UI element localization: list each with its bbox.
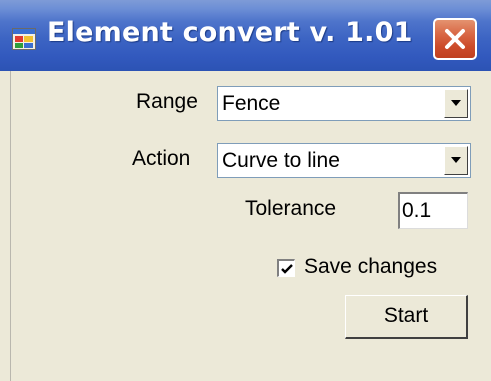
tolerance-input[interactable]: 0.1 bbox=[398, 192, 468, 229]
action-label: Action bbox=[132, 147, 191, 170]
start-button-label: Start bbox=[383, 304, 429, 327]
save-changes-checkbox[interactable] bbox=[277, 259, 295, 277]
title-bar[interactable]: Element convert v. 1.01 bbox=[0, 0, 491, 71]
app-window-icon bbox=[12, 28, 36, 50]
range-select[interactable]: Fence bbox=[217, 86, 471, 121]
action-select[interactable]: Curve to line bbox=[217, 143, 471, 178]
dialog-body: Range Fence Action Curve to line Toleran… bbox=[10, 71, 481, 381]
tolerance-value: 0.1 bbox=[402, 199, 432, 222]
start-button[interactable]: Start bbox=[345, 295, 468, 339]
chevron-down-icon bbox=[451, 157, 461, 163]
chevron-down-icon bbox=[451, 100, 461, 106]
action-selected-value: Curve to line bbox=[222, 149, 340, 172]
save-changes-label[interactable]: Save changes bbox=[304, 255, 437, 279]
window-title: Element convert v. 1.01 bbox=[47, 17, 413, 48]
close-icon bbox=[445, 29, 465, 49]
close-button[interactable] bbox=[433, 18, 477, 60]
element-convert-window: Element convert v. 1.01 Range Fence Acti… bbox=[0, 0, 491, 381]
checkmark-icon bbox=[281, 264, 293, 274]
action-dropdown-button[interactable] bbox=[444, 146, 468, 175]
tolerance-label: Tolerance bbox=[245, 197, 337, 220]
range-label: Range bbox=[136, 90, 198, 113]
range-dropdown-button[interactable] bbox=[444, 89, 468, 118]
range-selected-value: Fence bbox=[222, 92, 281, 115]
